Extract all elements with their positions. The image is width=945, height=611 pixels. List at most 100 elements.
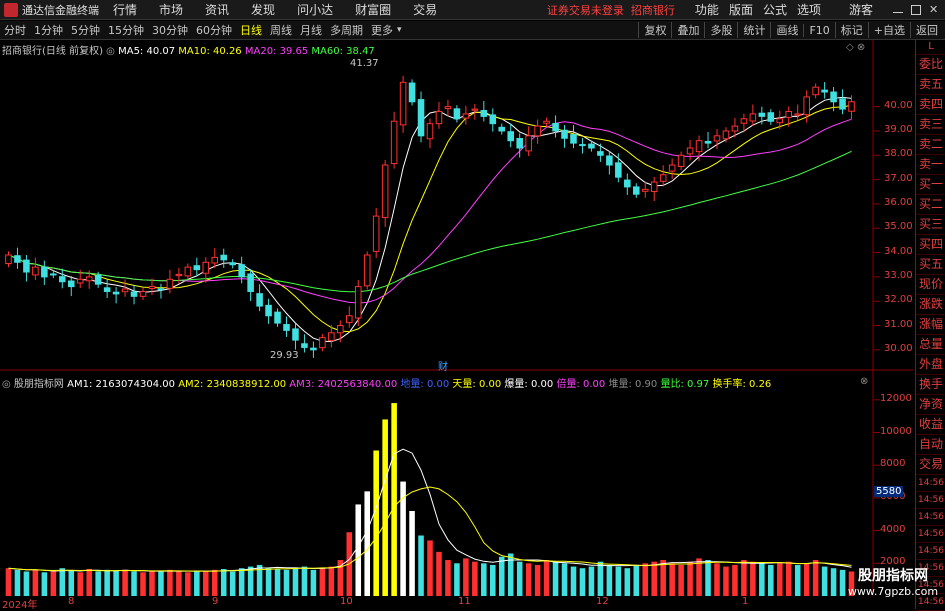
volume-bar <box>283 569 290 596</box>
menu-zixun[interactable]: 资讯 <box>205 1 229 18</box>
side-panel-item[interactable]: 现价 <box>916 275 945 295</box>
volume-cursor-value: 5580 <box>874 486 904 497</box>
btn-tongji[interactable]: 统计 <box>737 22 770 38</box>
side-panel-item[interactable]: 14:56 <box>916 492 945 509</box>
side-panel-item[interactable]: L <box>916 40 945 55</box>
volume-bar <box>265 568 272 596</box>
candle-body <box>704 140 712 144</box>
period-30min[interactable]: 30分钟 <box>152 22 188 38</box>
btn-fanhui[interactable]: 返回 <box>910 22 943 38</box>
sub-options-icon[interactable]: ⊗ <box>860 376 868 387</box>
side-panel-item[interactable]: 换手 <box>916 375 945 395</box>
candle-body <box>247 273 254 292</box>
volume-bar <box>830 568 837 596</box>
maximize-icon[interactable] <box>911 4 921 15</box>
side-panel-item[interactable]: 14:56 <box>916 526 945 543</box>
btn-diejia[interactable]: 叠加 <box>671 22 704 38</box>
candle-body <box>220 254 228 261</box>
side-panel-item[interactable]: 14:56 <box>916 475 945 492</box>
candle-body <box>76 278 84 284</box>
btn-duogu[interactable]: 多股 <box>704 22 737 38</box>
candle-body <box>794 113 801 116</box>
volume-bar <box>328 566 335 596</box>
volume-bar <box>418 535 424 596</box>
btn-f10[interactable]: F10 <box>803 23 834 37</box>
price-tick-label: 33.00 <box>884 269 913 281</box>
volume-bar <box>741 560 747 596</box>
candle-body <box>767 112 775 122</box>
side-panel-item[interactable]: 买五 <box>916 255 945 275</box>
period-monthly[interactable]: 月线 <box>300 22 322 38</box>
menu-wenxiaoda[interactable]: 问小达 <box>297 1 333 18</box>
menu-gongneng[interactable]: 功能 <box>695 1 719 18</box>
side-panel-item[interactable]: 卖五 <box>916 75 945 95</box>
volume-bar <box>149 571 155 596</box>
candlestick-chart[interactable] <box>0 40 913 609</box>
close-icon[interactable]: ✕ <box>929 4 939 15</box>
period-daily[interactable]: 日线 <box>240 22 262 38</box>
side-panel-item[interactable]: 收益 <box>916 415 945 435</box>
menu-shichang[interactable]: 市场 <box>159 1 183 18</box>
side-panel-item[interactable]: 涨跌 <box>916 295 945 315</box>
side-panel-item[interactable]: 买三 <box>916 215 945 235</box>
period-15min[interactable]: 15分钟 <box>108 22 144 38</box>
candle-body <box>166 278 174 289</box>
indicator-name[interactable]: 股朋指标网 <box>14 379 64 390</box>
menu-faxian[interactable]: 发现 <box>251 1 275 18</box>
side-panel-item[interactable]: 买四 <box>916 235 945 255</box>
side-panel-item[interactable]: 卖三 <box>916 115 945 135</box>
btn-biaoji[interactable]: 标记 <box>834 22 868 38</box>
side-panel-item[interactable]: 卖四 <box>916 95 945 115</box>
stock-title[interactable]: 招商银行(日线 前复权) <box>2 46 103 57</box>
volume-bar <box>319 568 326 596</box>
side-panel-item[interactable]: 卖二 <box>916 135 945 155</box>
volume-bar <box>714 563 720 596</box>
pane-options-icon[interactable]: ◇ ⊗ <box>846 42 865 53</box>
btn-huaxian[interactable]: 画线 <box>770 22 803 38</box>
period-5min[interactable]: 5分钟 <box>71 22 100 38</box>
side-panel-item[interactable]: 委比 <box>916 55 945 75</box>
side-panel-item[interactable]: 自动 <box>916 435 945 455</box>
bank-name[interactable]: 招商银行 <box>631 4 675 17</box>
side-panel-item[interactable]: 14:56 <box>916 509 945 526</box>
price-grid <box>873 106 880 351</box>
menu-caifuquan[interactable]: 财富圈 <box>355 1 391 18</box>
sub-settings-icon[interactable]: ◎ <box>2 379 11 390</box>
volume-bars <box>5 403 855 596</box>
side-panel-item[interactable]: 14:56 <box>916 543 945 560</box>
menu-banmian[interactable]: 版面 <box>729 1 753 18</box>
side-panel-item[interactable]: 净资 <box>916 395 945 415</box>
more-dropdown-icon[interactable]: ▾ <box>397 25 402 35</box>
side-panel-item[interactable]: 总量 <box>916 335 945 355</box>
period-1min[interactable]: 1分钟 <box>34 22 63 38</box>
volume-bar <box>68 570 75 596</box>
period-more[interactable]: 更多 <box>371 22 393 38</box>
side-panel-item[interactable]: 交易 <box>916 455 945 475</box>
period-weekly[interactable]: 周线 <box>270 22 292 38</box>
side-panel-item[interactable]: 卖一 <box>916 155 945 175</box>
guest-label[interactable]: 游客 <box>849 1 873 18</box>
btn-fuquan[interactable]: 复权 <box>638 22 671 38</box>
period-60min[interactable]: 60分钟 <box>196 22 232 38</box>
candle-body <box>749 113 757 122</box>
minimize-icon[interactable] <box>893 6 903 13</box>
period-multi[interactable]: 多周期 <box>330 22 363 38</box>
side-panel-item[interactable]: 买二 <box>916 195 945 215</box>
volume-bar <box>104 569 110 596</box>
side-panel-item[interactable]: 涨幅 <box>916 315 945 335</box>
side-panel-item[interactable]: 买一 <box>916 175 945 195</box>
price-tick-label: 35.00 <box>884 221 913 233</box>
volume-bar <box>382 419 388 596</box>
period-fenshi[interactable]: 分时 <box>4 22 26 38</box>
menu-hangqing[interactable]: 行情 <box>113 1 137 18</box>
menu-jiaoyi[interactable]: 交易 <box>413 1 437 18</box>
side-panel-item[interactable]: 外盘 <box>916 355 945 375</box>
menu-xuanxiang[interactable]: 选项 <box>797 1 821 18</box>
financial-report-marker[interactable]: 财 <box>438 358 448 373</box>
login-notice[interactable]: 证券交易未登录 <box>547 4 624 17</box>
menu-gongshi[interactable]: 公式 <box>763 1 787 18</box>
btn-zixuan[interactable]: +自选 <box>867 22 910 38</box>
volume-bar <box>391 403 397 596</box>
settings-icon[interactable]: ◎ <box>106 46 115 57</box>
volume-bar <box>489 564 496 596</box>
